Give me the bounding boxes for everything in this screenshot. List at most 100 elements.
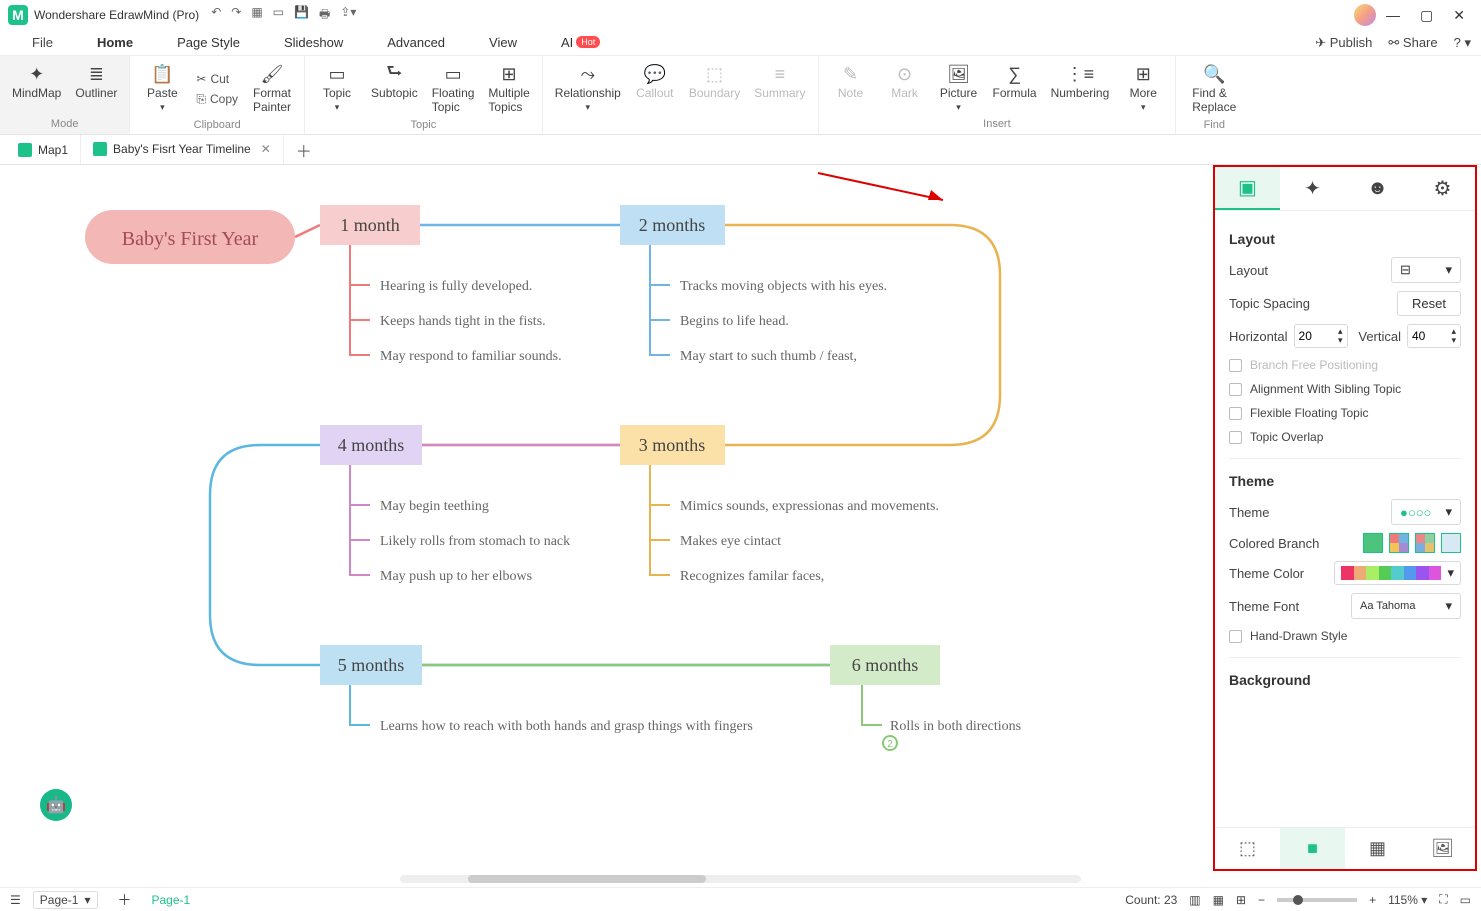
bg-none-icon[interactable]: ⬚ bbox=[1215, 828, 1280, 869]
swatch-1[interactable] bbox=[1363, 533, 1383, 553]
sub-item[interactable]: Hearing is fully developed. bbox=[380, 279, 532, 294]
subtopic-button[interactable]: ⮑Subtopic bbox=[365, 60, 424, 119]
copy-button[interactable]: ⎘ Copy bbox=[190, 90, 244, 109]
sub-item[interactable]: Begins to life head. bbox=[680, 314, 789, 329]
open-icon[interactable]: ▭ bbox=[273, 5, 284, 26]
sub-item[interactable]: Recognizes familar faces, bbox=[680, 569, 824, 584]
menu-file[interactable]: File bbox=[10, 31, 75, 54]
month-5-label: 5 months bbox=[338, 655, 405, 675]
bg-solid-icon[interactable]: ■ bbox=[1280, 828, 1345, 869]
bg-pattern-icon[interactable]: ▦ bbox=[1345, 828, 1410, 869]
export-icon[interactable]: ⇪▾ bbox=[340, 5, 356, 26]
save-icon[interactable]: 💾 bbox=[294, 5, 309, 26]
vertical-input[interactable]: ▴▾ bbox=[1407, 324, 1461, 348]
menu-slideshow[interactable]: Slideshow bbox=[262, 31, 365, 54]
align-sibling-checkbox[interactable]: Alignment With Sibling Topic bbox=[1229, 382, 1461, 396]
ai-bot-icon[interactable]: 🤖 bbox=[40, 789, 72, 821]
swatch-2[interactable] bbox=[1389, 533, 1409, 553]
topic-button[interactable]: ▭Topic▾ bbox=[311, 60, 363, 119]
multiple-topics-button[interactable]: ⊞Multiple Topics bbox=[482, 60, 535, 119]
paste-button[interactable]: 📋Paste▾ bbox=[136, 60, 188, 119]
sub-item[interactable]: Learns how to reach with both hands and … bbox=[380, 719, 753, 734]
rp-tab-layout-icon[interactable]: ▣ bbox=[1215, 167, 1280, 210]
theme-font-select[interactable]: Aa Tahoma▾ bbox=[1351, 593, 1461, 619]
cut-button[interactable]: ✂ Cut bbox=[190, 70, 244, 88]
rp-tabs: ▣ ✦ ☻ ⚙ bbox=[1215, 167, 1475, 211]
maximize-icon[interactable]: ▢ bbox=[1420, 7, 1433, 24]
doctab-active[interactable]: Baby's Fisrt Year Timeline✕ bbox=[81, 135, 284, 164]
find-replace-button[interactable]: 🔍Find & Replace bbox=[1182, 60, 1246, 119]
sub-item[interactable]: Likely rolls from stomach to nack bbox=[380, 534, 570, 549]
user-avatar[interactable] bbox=[1354, 4, 1376, 26]
format-painter-button[interactable]: 🖌Format Painter bbox=[246, 60, 298, 119]
theme-color-select[interactable]: ▾ bbox=[1334, 561, 1461, 585]
layout-select[interactable]: ⊟ ▾ bbox=[1391, 257, 1461, 283]
zoom-slider[interactable] bbox=[1277, 898, 1357, 902]
menu-page-style[interactable]: Page Style bbox=[155, 31, 262, 54]
formula-button[interactable]: ∑Formula bbox=[987, 60, 1043, 118]
swatch-3[interactable] bbox=[1415, 533, 1435, 553]
swatch-4[interactable] bbox=[1441, 533, 1461, 553]
mark-button[interactable]: ⊙Mark bbox=[879, 60, 931, 118]
reset-button[interactable]: Reset bbox=[1397, 291, 1461, 316]
sub-item[interactable]: May begin teething bbox=[380, 499, 489, 514]
mode-group-label: Mode bbox=[6, 118, 123, 132]
more-button[interactable]: ⊞More▾ bbox=[1117, 60, 1169, 118]
mindmap-mode-button[interactable]: ✦MindMap bbox=[6, 60, 67, 118]
rp-tab-emoji-icon[interactable]: ☻ bbox=[1345, 167, 1410, 210]
find-group-label: Find bbox=[1182, 119, 1246, 132]
flex-float-checkbox[interactable]: Flexible Floating Topic bbox=[1229, 406, 1461, 420]
overlap-checkbox[interactable]: Topic Overlap bbox=[1229, 430, 1461, 444]
close-tab-icon[interactable]: ✕ bbox=[261, 142, 271, 156]
callout-button[interactable]: 💬Callout bbox=[629, 60, 681, 118]
hand-drawn-checkbox[interactable]: Hand-Drawn Style bbox=[1229, 629, 1461, 643]
bg-image-icon[interactable]: 🖼 bbox=[1410, 828, 1475, 869]
theme-select[interactable]: ●○○○▾ bbox=[1391, 499, 1461, 525]
add-page-button[interactable]: ＋ bbox=[110, 890, 140, 910]
sub-item[interactable]: May push up to her elbows bbox=[380, 569, 532, 584]
help-icon[interactable]: ? ▾ bbox=[1454, 35, 1471, 51]
menu-ai[interactable]: AIHot bbox=[539, 31, 622, 54]
relationship-button[interactable]: ⤳Relationship▾ bbox=[549, 60, 627, 118]
rp-tab-settings-icon[interactable]: ⚙ bbox=[1410, 167, 1475, 210]
document-tabs: Map1 Baby's Fisrt Year Timeline✕ ＋ bbox=[0, 135, 1481, 165]
page-selector[interactable]: Page-1▾ bbox=[33, 891, 98, 909]
close-icon[interactable]: ✕ bbox=[1453, 7, 1465, 24]
sub-item[interactable]: May start to such thumb / feast, bbox=[680, 349, 857, 364]
menu-home[interactable]: Home bbox=[75, 31, 155, 54]
canvas[interactable]: Baby's First Year 1 month Hearing is ful… bbox=[0, 165, 1213, 871]
outliner-mode-button[interactable]: ≣Outliner bbox=[69, 60, 123, 118]
rp-bottom-tabs: ⬚ ■ ▦ 🖼 bbox=[1215, 827, 1475, 869]
summary-button[interactable]: ≡Summary bbox=[748, 60, 811, 118]
menu-advanced[interactable]: Advanced bbox=[365, 31, 467, 54]
sub-item[interactable]: Keeps hands tight in the fists. bbox=[380, 314, 546, 329]
boundary-button[interactable]: ⬚Boundary bbox=[683, 60, 746, 118]
numbering-button[interactable]: ⋮≡Numbering bbox=[1045, 60, 1116, 118]
share-button[interactable]: ⚯ Share bbox=[1388, 35, 1437, 51]
menu-view[interactable]: View bbox=[467, 31, 539, 54]
publish-button[interactable]: ✈ Publish bbox=[1315, 35, 1372, 51]
sub-item[interactable]: Mimics sounds, expressionas and movement… bbox=[680, 499, 939, 514]
add-tab-button[interactable]: ＋ bbox=[284, 138, 324, 162]
new-icon[interactable]: ▦ bbox=[251, 5, 262, 26]
fullscreen-icon[interactable]: ⛶ bbox=[1439, 892, 1447, 907]
undo-icon[interactable]: ↶ bbox=[211, 5, 221, 26]
picture-button[interactable]: 🖼Picture▾ bbox=[933, 60, 985, 118]
print-icon[interactable]: 🖶 bbox=[319, 5, 330, 26]
canvas-scrollbar[interactable] bbox=[0, 871, 1481, 887]
note-button[interactable]: ✎Note bbox=[825, 60, 877, 118]
sub-item[interactable]: Tracks moving objects with his eyes. bbox=[680, 279, 887, 294]
theme-title: Theme bbox=[1229, 473, 1461, 489]
redo-icon[interactable]: ↷ bbox=[231, 5, 241, 26]
sub-item[interactable]: Makes eye cintact bbox=[680, 534, 781, 549]
menu-bar: File Home Page Style Slideshow Advanced … bbox=[0, 30, 1481, 56]
floating-topic-button[interactable]: ▭Floating Topic bbox=[426, 60, 481, 119]
sub-item[interactable]: Rolls in both directions bbox=[890, 719, 1021, 734]
doctab-map1[interactable]: Map1 bbox=[6, 135, 81, 164]
rp-tab-style-icon[interactable]: ✦ bbox=[1280, 167, 1345, 210]
doc-icon bbox=[18, 143, 32, 157]
horizontal-input[interactable]: ▴▾ bbox=[1294, 324, 1348, 348]
sub-item[interactable]: May respond to familiar sounds. bbox=[380, 349, 562, 364]
window-controls: — ▢ ✕ bbox=[1386, 7, 1465, 24]
minimize-icon[interactable]: — bbox=[1386, 7, 1400, 24]
